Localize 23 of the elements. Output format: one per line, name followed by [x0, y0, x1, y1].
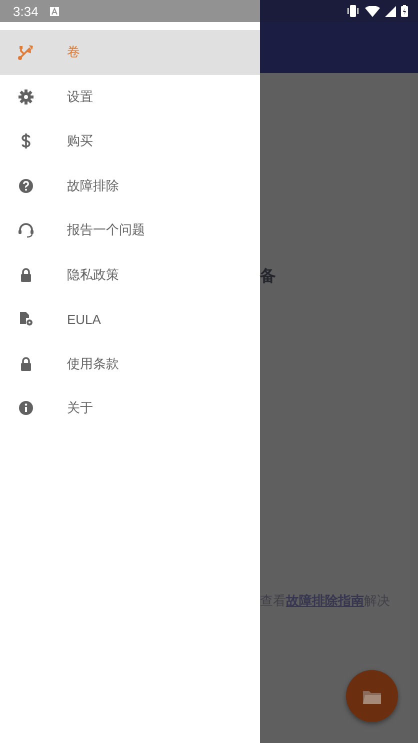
status-time: 3:34 [13, 4, 38, 18]
folder-button[interactable] [346, 670, 398, 722]
battery-icon [401, 5, 408, 17]
drawer-item[interactable]: 故障排除 [0, 164, 260, 208]
info-icon [17, 399, 35, 418]
drawer-item[interactable]: 关于 [0, 386, 260, 430]
drawer-item[interactable]: 设置 [0, 74, 260, 119]
headset-icon [17, 221, 35, 240]
drawer-item[interactable]: 报告一个问题 [0, 208, 260, 252]
usb-icon [17, 43, 35, 62]
signal-icon [385, 6, 396, 16]
folder-icon [363, 688, 381, 704]
settings-icon [17, 88, 35, 106]
notification-icon [50, 6, 60, 16]
wifi-icon [365, 6, 380, 16]
drawer-item[interactable]: 隐私政策 [0, 252, 260, 297]
vibrate-icon [346, 5, 360, 17]
drawer-item[interactable]: EULA [0, 297, 260, 342]
drawer-item[interactable]: 购买 [0, 119, 260, 164]
screen-heading: 备 [260, 267, 277, 287]
help-icon [17, 176, 35, 195]
document-gear-icon [17, 310, 35, 328]
drawer-item[interactable]: 使用条款 [0, 342, 260, 386]
